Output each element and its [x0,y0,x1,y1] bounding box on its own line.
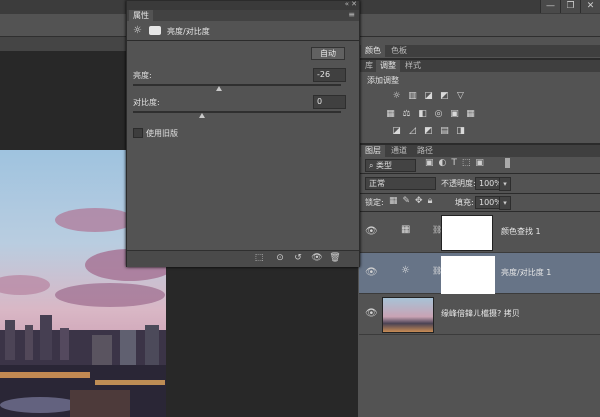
close-button[interactable]: ✕ [580,0,600,13]
layer-mask-thumbnail[interactable] [441,256,495,294]
right-panel-column: 颜色 色板 库 调整 样式 添加调整 ☼ ▥ ◪ ◩ ▽ ▦ ⚖ ◧ ◎ ▣ ▦… [359,37,600,417]
brightness-slider-track[interactable] [133,84,341,86]
opacity-field[interactable]: 100% [475,177,502,190]
minimize-button[interactable]: — [540,0,560,13]
color-swatches-tabs: 颜色 色板 [359,45,600,57]
brightness-contrast-icon: ☼ [401,265,410,276]
layer-row[interactable]: 👁︎ 缘峰偣鍏ㄦ櫙摄? 拷贝 [359,294,600,335]
vibrance-icon[interactable]: ▽ [455,91,466,101]
tab-libraries[interactable]: 库 [361,60,377,72]
photo-filter-icon[interactable]: ◎ [433,109,444,119]
layer-row[interactable]: 👁︎ ▦ ⛓︎ 颜色查找 1 [359,212,600,253]
brightness-slider-handle[interactable] [215,86,222,91]
properties-panel: « ✕ 属性 ≡ ☼ 亮度/对比度 自动 亮度: -26 对比度: 0 使用旧版… [126,0,360,267]
divider [127,40,359,41]
tab-styles[interactable]: 样式 [401,60,425,72]
tab-swatches[interactable]: 色板 [387,45,411,57]
invert-icon[interactable]: ◪ [391,126,402,136]
visibility-eye-icon[interactable]: 👁︎ [365,308,378,320]
tab-paths[interactable]: 路径 [413,145,437,157]
mask-icon[interactable] [149,26,161,35]
channel-mixer-icon[interactable]: ▣ [449,109,460,119]
color-lookup-icon[interactable]: ▦ [465,109,476,119]
collapse-icon[interactable]: « [345,0,349,8]
opacity-dropdown-arrow[interactable]: ▾ [499,177,511,191]
blend-mode-dropdown[interactable]: 正常 [365,177,436,190]
filter-type-label: 类型 [376,161,393,170]
layer-filter-dropdown[interactable]: ⌕ 类型 [365,159,416,172]
legacy-checkbox[interactable] [133,128,143,138]
selective-color-icon[interactable]: ◨ [455,126,466,136]
layer-filter-icons[interactable]: ▣◐T⬚▣ [425,158,489,168]
color-balance-icon[interactable]: ⚖ [401,109,412,119]
layer-name[interactable]: 颜色查找 1 [501,226,541,237]
tab-channels[interactable]: 通道 [387,145,411,157]
layer-name[interactable]: 缘峰偣鍏ㄦ櫙摄? 拷贝 [441,308,520,319]
color-lookup-icon: ▦ [401,224,411,235]
clip-to-layer-icon[interactable]: ⬚ [252,253,266,264]
brightness-contrast-icon[interactable]: ☼ [391,91,402,101]
layer-mask-thumbnail[interactable] [441,215,493,251]
properties-panel-header[interactable]: « ✕ [127,0,359,10]
levels-icon[interactable]: ▥ [407,91,418,101]
restore-button[interactable]: ❐ [560,0,580,13]
adjustments-tabs: 库 调整 样式 [359,60,600,72]
lock-icons[interactable]: ▦✎✥🔒︎ [389,196,437,206]
image-layer-thumbnail[interactable] [382,297,434,333]
delete-icon[interactable]: 🗑︎ [328,253,342,264]
divider [359,173,600,174]
exposure-icon[interactable]: ◩ [439,91,450,101]
tab-properties[interactable]: 属性 [129,10,153,21]
fill-field[interactable]: 100% [475,196,502,209]
brightness-contrast-icon: ☼ [133,25,142,36]
brightness-label: 亮度: [133,71,152,80]
reset-icon[interactable]: ↺ [291,253,305,264]
hue-saturation-icon[interactable]: ▦ [385,109,396,119]
add-adjustment-heading: 添加调整 [367,76,399,85]
fill-dropdown-arrow[interactable]: ▾ [499,196,511,210]
filter-toggle-icon[interactable] [505,158,510,168]
panel-menu-icon[interactable]: ≡ [348,10,355,19]
threshold-icon[interactable]: ◩ [423,126,434,136]
contrast-field[interactable]: 0 [313,95,346,109]
layer-row-selected[interactable]: 👁︎ ☼ ⛓︎ 亮度/对比度 1 [359,253,600,294]
contrast-slider-track[interactable] [133,111,341,113]
visibility-eye-icon[interactable]: 👁︎ [365,226,378,238]
properties-footer: ⬚ ⊙ ↺ 👁︎ 🗑︎ [127,250,359,267]
lock-label: 锁定: [365,198,384,207]
contrast-label: 对比度: [133,98,160,107]
visibility-eye-icon[interactable]: 👁︎ [365,267,378,279]
divider [359,193,600,194]
tab-adjustments[interactable]: 调整 [376,60,400,72]
properties-tab-bar: 属性 ≡ [127,10,359,21]
black-white-icon[interactable]: ◧ [417,109,428,119]
legacy-checkbox-label: 使用旧版 [146,129,178,138]
auto-button[interactable]: 自动 [311,47,345,60]
fill-label: 填充: [455,198,474,207]
tab-color[interactable]: 颜色 [361,45,385,57]
close-panel-icon[interactable]: ✕ [351,0,357,8]
layers-tabs: 图层 通道 路径 [359,145,600,157]
brightness-field[interactable]: -26 [313,68,346,82]
toggle-visibility-icon[interactable]: 👁︎ [310,253,324,264]
tab-layers[interactable]: 图层 [361,145,385,157]
view-previous-icon[interactable]: ⊙ [273,253,287,264]
opacity-label: 不透明度: [441,179,476,188]
contrast-slider-handle[interactable] [199,113,206,118]
posterize-icon[interactable]: ◿ [407,126,418,136]
layer-name[interactable]: 亮度/对比度 1 [501,267,551,278]
search-icon: ⌕ [369,161,377,170]
gradient-map-icon[interactable]: ▤ [439,126,450,136]
curves-icon[interactable]: ◪ [423,91,434,101]
properties-title: 亮度/对比度 [167,27,210,36]
window-controls: — ❐ ✕ [540,0,600,14]
